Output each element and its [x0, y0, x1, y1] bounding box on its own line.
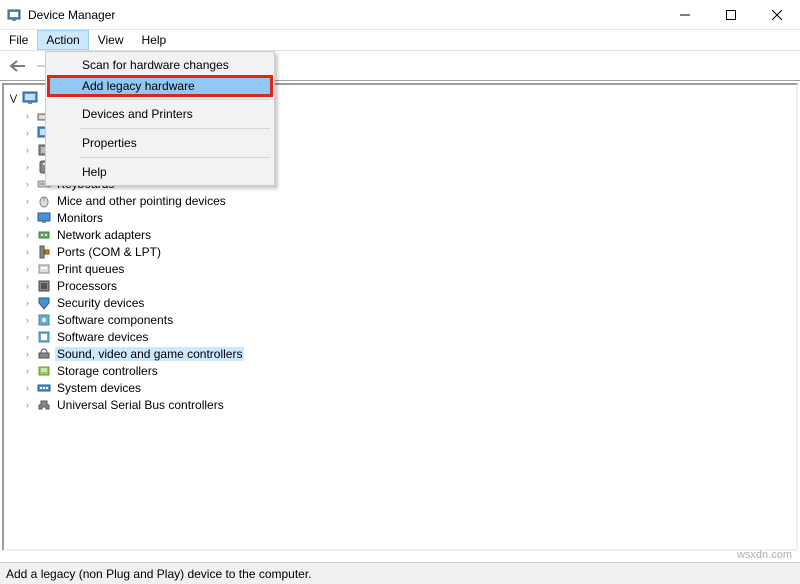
expand-icon[interactable]: › [22, 145, 33, 155]
expand-icon[interactable]: › [22, 162, 33, 172]
expand-icon[interactable]: › [22, 264, 33, 274]
menu-item-add-legacy-hardware[interactable]: Add legacy hardware [47, 75, 273, 97]
tree-node[interactable]: › Print queues [22, 260, 796, 277]
tree-node[interactable]: › Processors [22, 277, 796, 294]
tree-node[interactable]: › Universal Serial Bus controllers [22, 396, 796, 413]
device-category-icon [36, 193, 52, 209]
device-category-icon [36, 397, 52, 413]
menu-separator [80, 157, 270, 158]
expand-icon[interactable]: › [22, 349, 33, 359]
tree-node[interactable]: › Software devices [22, 328, 796, 345]
tree-node-label: Sound, video and game controllers [55, 347, 244, 361]
menu-separator [80, 99, 270, 100]
menu-item-help[interactable]: Help [48, 161, 272, 183]
tree-node-label: Software devices [55, 330, 150, 344]
tree-node[interactable]: › Sound, video and game controllers [22, 345, 796, 362]
expand-icon[interactable]: › [22, 179, 33, 189]
device-category-icon [36, 329, 52, 345]
tree-node-label: Mice and other pointing devices [55, 194, 228, 208]
tree-node-label: Processors [55, 279, 119, 293]
tree-node[interactable]: › Storage controllers [22, 362, 796, 379]
menu-view[interactable]: View [89, 30, 133, 50]
expand-icon[interactable]: › [22, 315, 33, 325]
minimize-button[interactable] [662, 0, 708, 30]
expand-icon[interactable]: › [22, 247, 33, 257]
tree-node-label: Print queues [55, 262, 126, 276]
tree-node-label: Monitors [55, 211, 105, 225]
expand-icon[interactable]: › [22, 400, 33, 410]
tree-node[interactable]: › Security devices [22, 294, 796, 311]
menu-item-scan-hardware[interactable]: Scan for hardware changes [48, 54, 272, 76]
device-category-icon [36, 312, 52, 328]
menu-file[interactable]: File [0, 30, 37, 50]
tree-node-label: Security devices [55, 296, 146, 310]
tree-node-label: System devices [55, 381, 143, 395]
window-title: Device Manager [28, 8, 662, 22]
menu-item-devices-printers[interactable]: Devices and Printers [48, 103, 272, 125]
device-category-icon [36, 210, 52, 226]
back-button[interactable] [6, 54, 30, 78]
close-button[interactable] [754, 0, 800, 30]
expand-icon[interactable]: › [22, 111, 33, 121]
tree-node-label: Storage controllers [55, 364, 160, 378]
status-text: Add a legacy (non Plug and Play) device … [6, 567, 312, 581]
menu-separator [80, 128, 270, 129]
action-dropdown: Scan for hardware changes Add legacy har… [45, 51, 275, 186]
tree-node-label: Ports (COM & LPT) [55, 245, 163, 259]
tree-node[interactable]: › Network adapters [22, 226, 796, 243]
expand-icon[interactable]: › [22, 230, 33, 240]
tree-node-label: Universal Serial Bus controllers [55, 398, 226, 412]
tree-node[interactable]: › Software components [22, 311, 796, 328]
tree-node[interactable]: › Ports (COM & LPT) [22, 243, 796, 260]
tree-node[interactable]: › Monitors [22, 209, 796, 226]
device-category-icon [36, 380, 52, 396]
tree-node[interactable]: › System devices [22, 379, 796, 396]
expand-icon[interactable]: › [22, 213, 33, 223]
expand-icon[interactable]: › [22, 196, 33, 206]
device-category-icon [36, 244, 52, 260]
device-category-icon [36, 295, 52, 311]
expand-icon[interactable]: › [22, 383, 33, 393]
device-category-icon [36, 278, 52, 294]
device-category-icon [36, 227, 52, 243]
tree-node[interactable]: › Mice and other pointing devices [22, 192, 796, 209]
app-icon [6, 7, 22, 23]
device-category-icon [36, 261, 52, 277]
expand-icon[interactable]: › [22, 298, 33, 308]
expand-icon[interactable]: ⋁ [8, 93, 19, 104]
status-bar: Add a legacy (non Plug and Play) device … [0, 562, 800, 584]
tree-node-label: Software components [55, 313, 175, 327]
expand-icon[interactable]: › [22, 332, 33, 342]
computer-icon [22, 90, 38, 106]
menu-help[interactable]: Help [133, 30, 176, 50]
device-category-icon [36, 363, 52, 379]
expand-icon[interactable]: › [22, 281, 33, 291]
menu-action[interactable]: Action [37, 30, 88, 50]
menu-item-properties[interactable]: Properties [48, 132, 272, 154]
watermark: wsxdn.com [737, 549, 792, 561]
tree-node-label: Network adapters [55, 228, 153, 242]
expand-icon[interactable]: › [22, 128, 33, 138]
device-category-icon [36, 346, 52, 362]
maximize-button[interactable] [708, 0, 754, 30]
expand-icon[interactable]: › [22, 366, 33, 376]
